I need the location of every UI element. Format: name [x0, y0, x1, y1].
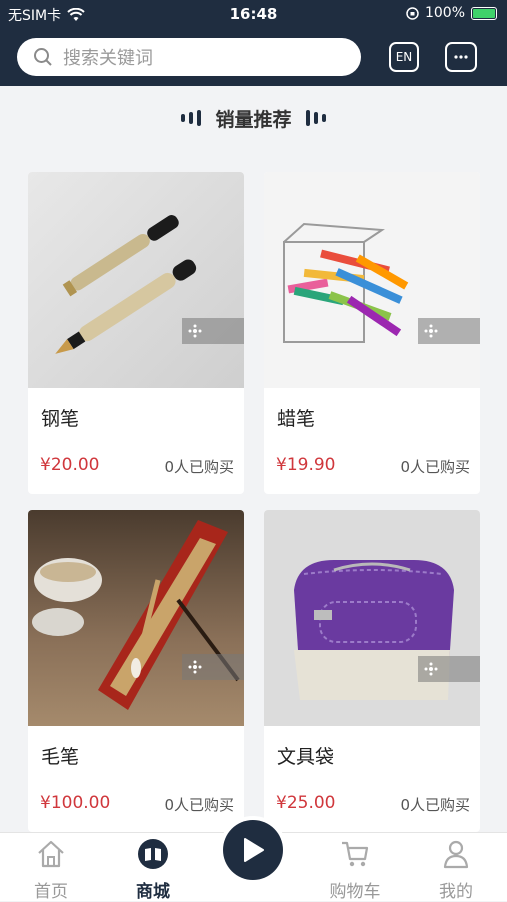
product-price: ¥100.00 [40, 793, 111, 813]
product-price: ¥25.00 [276, 793, 336, 813]
product-image-brush[interactable] [28, 510, 244, 726]
product-sold-count: 0人已购买 [400, 796, 470, 814]
product-name[interactable]: 钢笔 [41, 404, 79, 431]
product-card[interactable]: 蜡笔 ¥19.90 0人已购买 [264, 172, 480, 494]
watermark-logo [182, 654, 244, 680]
watermark-logo [182, 318, 244, 344]
product-image-pencil-pouch[interactable] [264, 510, 480, 726]
product-sold-count: 0人已购买 [164, 458, 234, 476]
product-card[interactable]: 毛笔 ¥100.00 0人已购买 [28, 510, 244, 832]
tab-profile-label: 我的 [439, 882, 473, 902]
battery-percent: 100% [424, 5, 465, 21]
tab-home[interactable]: 首页 [11, 839, 91, 902]
product-sold-count: 0人已购买 [400, 458, 470, 476]
section-title: 销量推荐 [215, 108, 292, 131]
product-name[interactable]: 文具袋 [277, 742, 334, 769]
shop-icon [138, 839, 168, 869]
battery-icon [471, 6, 497, 20]
status-bar: 无SIM卡 16:48 100% [0, 0, 507, 28]
language-button[interactable]: EN [389, 42, 419, 72]
tab-shop-label: 商城 [136, 882, 170, 902]
product-name[interactable]: 毛笔 [41, 742, 79, 769]
message-button[interactable] [445, 42, 477, 72]
cart-icon [342, 841, 369, 867]
tab-cart-label: 购物车 [329, 882, 381, 902]
product-price: ¥20.00 [40, 455, 100, 475]
language-label: EN [395, 50, 413, 64]
orientation-lock-icon [406, 6, 419, 20]
section-header: 销量推荐 [0, 104, 507, 132]
home-icon [38, 840, 64, 868]
search-input[interactable]: 搜索关键词 [17, 38, 361, 76]
section-right-bars [305, 110, 326, 126]
search-icon [34, 48, 52, 66]
watermark-logo [418, 318, 480, 344]
tab-cart[interactable]: 购物车 [315, 839, 395, 902]
app-header: 无SIM卡 16:48 100% 搜索关键词 EN [0, 0, 507, 86]
chat-icon [454, 55, 468, 59]
product-sold-count: 0人已购买 [164, 796, 234, 814]
tab-shop[interactable]: 商城 [113, 839, 193, 902]
product-price: ¥19.90 [276, 455, 336, 475]
product-card[interactable]: 钢笔 ¥20.00 0人已购买 [28, 172, 244, 494]
tab-home-label: 首页 [34, 882, 68, 902]
play-button[interactable] [223, 820, 283, 880]
tab-profile[interactable]: 我的 [416, 839, 496, 902]
section-left-bars [181, 110, 202, 126]
watermark-logo [418, 656, 480, 682]
user-icon [443, 840, 469, 869]
search-placeholder: 搜索关键词 [63, 48, 153, 69]
product-image-crayons[interactable] [264, 172, 480, 388]
product-name[interactable]: 蜡笔 [277, 404, 315, 431]
play-icon [244, 838, 264, 862]
product-card[interactable]: 文具袋 ¥25.00 0人已购买 [264, 510, 480, 832]
product-image-fountain-pen[interactable] [28, 172, 244, 388]
